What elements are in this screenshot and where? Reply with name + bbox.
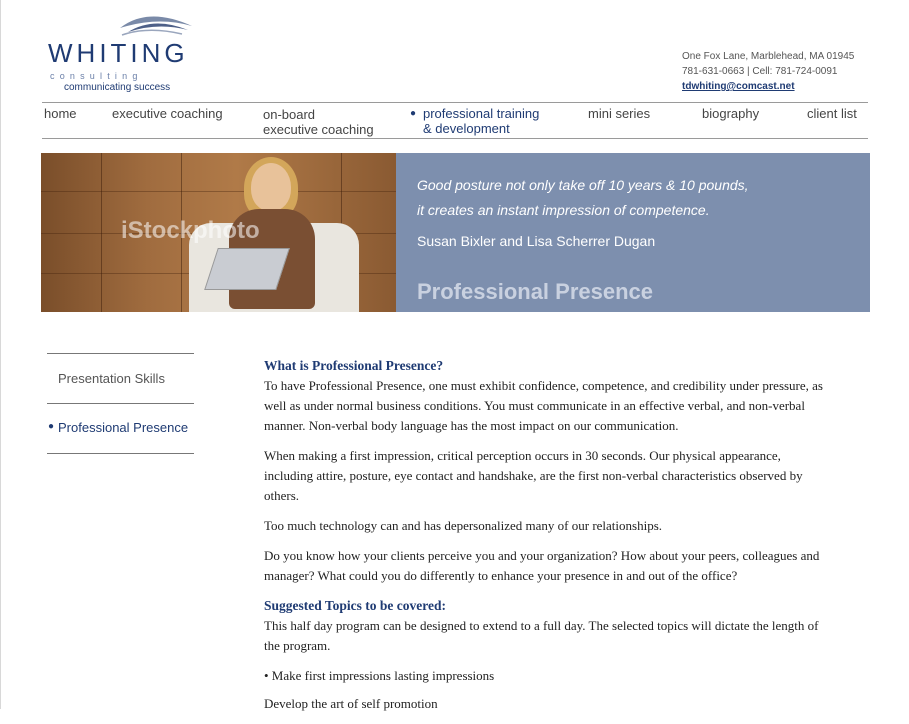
nav-active-bullet-icon: ● [410,108,417,119]
logo-roof-icon [120,16,192,36]
logo-brand: WHITING [48,38,189,68]
topic-item-1: • Make first impressions lasting impress… [264,668,495,683]
contact-phones: 781-631-0663 | Cell: 781-724-0091 [682,66,838,77]
nav-bottom-divider [42,138,868,139]
banner-quote-line1: Good posture not only take off 10 years … [417,177,749,193]
heading-suggested-topics: Suggested Topics to be covered: [264,598,447,613]
logo-tagline: communicating success [64,82,171,93]
contact-email-link[interactable]: tdwhiting@comcast.net [682,81,795,92]
paragraph-1: To have Professional Presence, one must … [264,378,823,433]
logo-subtitle: consulting [50,71,143,81]
nav-onboard-line1: on-board [263,107,316,122]
nav-executive-coaching[interactable]: executive coaching [112,106,223,121]
sidebar-divider-1 [47,353,194,354]
paragraph-5: This half day program can be designed to… [264,618,819,653]
logo[interactable]: WHITING consulting communicating success [48,8,198,96]
nav-training-line2: & development [423,121,510,136]
sidebar-item-professional-presence[interactable]: Professional Presence [58,420,188,435]
topic-item-2: Develop the art of self promotion [264,696,438,711]
sidebar-divider-3 [47,453,194,454]
photo-watermark: iStockphoto [121,217,260,244]
nav-top-divider [42,102,868,103]
nav-professional-training[interactable]: professional training & development [423,106,539,136]
laptop-icon [204,248,290,290]
heading-what-is: What is Professional Presence? [264,358,444,373]
hero-banner: iStockphoto Good posture not only take o… [41,153,870,312]
nav-biography[interactable]: biography [702,106,759,121]
nav-client-list[interactable]: client list [807,106,857,121]
contact-block: One Fox Lane, Marblehead, MA 01945 781-6… [682,49,854,94]
contact-address: One Fox Lane, Marblehead, MA 01945 [682,51,855,62]
banner-text-panel: Good posture not only take off 10 years … [396,153,870,312]
paragraph-4: Do you know how your clients perceive yo… [264,548,820,583]
sidebar-active-bullet-icon: ● [48,421,55,432]
page-left-border [0,0,1,709]
banner-photo: iStockphoto [41,153,396,312]
banner-title: Professional Presence [417,279,654,304]
nav-onboard-line2: executive coaching [263,122,374,137]
paragraph-2: When making a first impression, critical… [264,448,803,503]
banner-quote: Good posture not only take off 10 years … [417,173,749,223]
banner-authors: Susan Bixler and Lisa Scherrer Dugan [417,233,656,249]
main-content: What is Professional Presence? To have P… [264,356,824,724]
nav-home[interactable]: home [44,106,77,121]
nav-training-line1: professional training [423,106,540,121]
sidebar-item-presentation-skills[interactable]: Presentation Skills [58,371,165,386]
nav-mini-series[interactable]: mini series [588,106,650,121]
paragraph-3: Too much technology can and has deperson… [264,518,663,533]
banner-quote-line2: it creates an instant impression of comp… [417,202,710,218]
sidebar-divider-2 [47,403,194,404]
person-head-shape [251,163,291,211]
nav-onboard-executive-coaching[interactable]: on-board executive coaching [263,107,374,137]
